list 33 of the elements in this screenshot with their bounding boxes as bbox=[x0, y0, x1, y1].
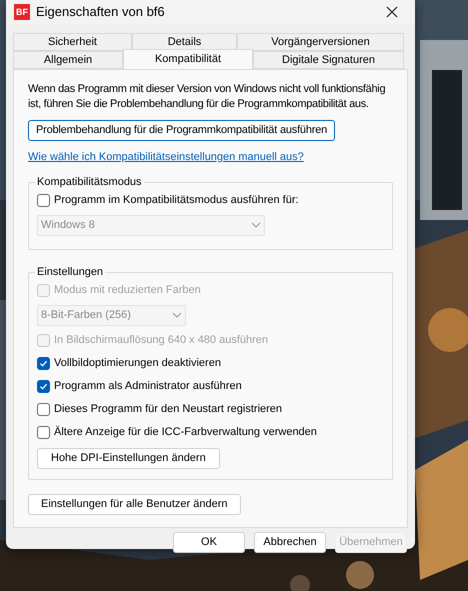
troubleshoot-button[interactable]: Problembehandlung für die Programmkompatibilität ausführen bbox=[28, 120, 336, 141]
dialog-button[interactable]: Abbrechen bbox=[254, 532, 326, 553]
group-title: Einstellungen bbox=[35, 264, 106, 278]
checkbox[interactable] bbox=[37, 380, 50, 392]
chevron-down-icon bbox=[172, 312, 182, 318]
dpi-settings-button[interactable]: Hohe DPI-Einstellungen ändern bbox=[37, 448, 220, 468]
tab[interactable]: Digitale Signaturen bbox=[253, 51, 404, 69]
dialog-button[interactable]: OK bbox=[173, 532, 245, 553]
check-icon bbox=[39, 358, 48, 368]
checkbox-label: Vollbildoptimierungen deaktivieren bbox=[54, 356, 221, 371]
checkbox[interactable] bbox=[37, 402, 50, 416]
window-title: Eigenschaften von bf6 bbox=[36, 3, 165, 22]
tab[interactable]: Allgemein bbox=[13, 51, 123, 69]
checkbox-label: In Bildschirmauflösung 640 x 480 ausführen bbox=[54, 332, 268, 348]
checkbox-label: Programm als Administrator ausführen bbox=[54, 378, 242, 394]
all-users-button[interactable]: Einstellungen für alle Benutzer ändern bbox=[28, 494, 241, 514]
checkbox-label: Modus mit reduzierten Farben bbox=[54, 282, 201, 298]
app-icon: BF bbox=[14, 4, 30, 20]
checkbox[interactable] bbox=[37, 356, 50, 370]
group-title: Kompatibilitätsmodus bbox=[35, 174, 144, 188]
chevron-down-icon bbox=[251, 222, 261, 228]
description-text: Wenn das Programm mit dieser Version von Windows nicht voll funktionsfähig ist, führen Sie die Problembehandlung für die Programmkompatibilität aus. bbox=[28, 82, 386, 112]
tab[interactable]: Vorgängerversionen bbox=[237, 33, 404, 51]
checkbox-label: Dieses Programm für den Neustart registrieren bbox=[54, 402, 282, 417]
checkbox[interactable] bbox=[37, 194, 50, 206]
close-icon bbox=[386, 6, 398, 18]
checkbox-label: Programm im Kompatibilitätsmodus ausführen für: bbox=[54, 192, 299, 208]
check-icon bbox=[39, 382, 48, 390]
tab[interactable]: Sicherheit bbox=[13, 33, 132, 51]
help-link[interactable]: Wie wähle ich Kompatibilitätseinstellungen manuell aus? bbox=[28, 149, 393, 166]
checkbox[interactable] bbox=[37, 426, 50, 438]
checkbox-label: Ältere Anzeige für die ICC-Farbverwaltung verwenden bbox=[54, 424, 317, 440]
tab[interactable]: Kompatibilität bbox=[123, 49, 253, 69]
